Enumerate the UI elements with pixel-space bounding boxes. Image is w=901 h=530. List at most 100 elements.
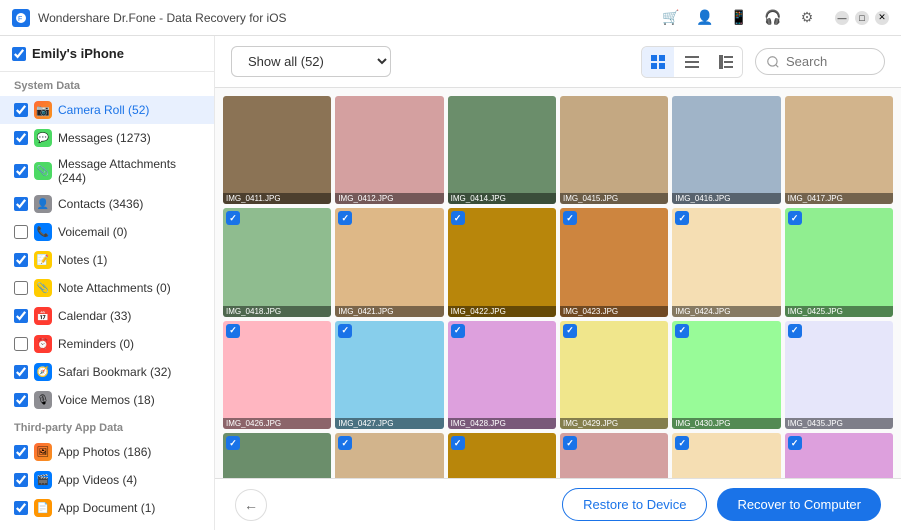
photo-cell[interactable]: IMG_0423.JPG (560, 208, 668, 316)
photo-cell[interactable]: IMG_0428.JPG (448, 321, 556, 429)
photo-cell[interactable]: IMG_0419.JPG (448, 433, 556, 478)
list-view-button[interactable] (676, 47, 708, 77)
photo-cell[interactable]: IMG_0414.JPG (448, 96, 556, 204)
note-attachments-checkbox[interactable] (14, 281, 28, 295)
detail-view-button[interactable] (710, 47, 742, 77)
footer: ← Restore to Device Recover to Computer (215, 478, 901, 530)
view-toggle-group (641, 46, 743, 78)
device-header: Emily's iPhone (0, 36, 214, 72)
sidebar-item-app-videos[interactable]: 🎬 App Videos (4) (0, 466, 214, 494)
sidebar-item-calendar[interactable]: 📅 Calendar (33) (0, 302, 214, 330)
contacts-checkbox[interactable] (14, 197, 28, 211)
photo-checked-indicator (675, 211, 689, 225)
photo-checked-indicator (563, 436, 577, 450)
app-document-icon: 📄 (34, 499, 52, 517)
photo-grid-container[interactable]: IMG_0411.JPGIMG_0412.JPGIMG_0414.JPGIMG_… (215, 88, 901, 478)
photo-checked-indicator (226, 324, 240, 338)
reminders-checkbox[interactable] (14, 337, 28, 351)
photo-label: IMG_0415.JPG (560, 193, 668, 204)
back-button[interactable]: ← (235, 489, 267, 521)
message-attachments-checkbox[interactable] (14, 164, 28, 178)
close-button[interactable]: ✕ (875, 11, 889, 25)
voice-memos-checkbox[interactable] (14, 393, 28, 407)
photo-cell[interactable]: IMG_0430.JPG (672, 321, 780, 429)
settings-icon[interactable]: ⚙ (793, 4, 821, 32)
photo-cell[interactable]: IMG_0425.JPG (785, 208, 893, 316)
photo-cell[interactable]: IMG_0427.JPG (335, 321, 443, 429)
photo-cell[interactable]: IMG_0432.JPG (560, 433, 668, 478)
safari-bookmark-label: Safari Bookmark (32) (58, 365, 200, 379)
notes-label: Notes (1) (58, 253, 200, 267)
photo-label: IMG_0435.JPG (785, 418, 893, 429)
photo-cell[interactable]: IMG_0434.JPG (335, 433, 443, 478)
photo-checked-indicator (338, 211, 352, 225)
recover-to-computer-button[interactable]: Recover to Computer (717, 488, 881, 521)
contacts-icon: 👤 (34, 195, 52, 213)
photo-cell[interactable]: IMG_0433.JPG (672, 433, 780, 478)
user-icon[interactable]: 👤 (691, 4, 719, 32)
photo-checked-indicator (451, 436, 465, 450)
device-icon[interactable]: 📱 (725, 4, 753, 32)
photo-cell[interactable]: IMG_0422.JPG (448, 208, 556, 316)
sidebar-item-message-attachments[interactable]: 📎 Message Attachments (244) (0, 152, 214, 190)
headset-icon[interactable]: 🎧 (759, 4, 787, 32)
calendar-icon: 📅 (34, 307, 52, 325)
app-document-checkbox[interactable] (14, 501, 28, 515)
sidebar-item-reminders[interactable]: ⏰ Reminders (0) (0, 330, 214, 358)
attachments-icon: 📎 (34, 162, 52, 180)
minimize-button[interactable]: — (835, 11, 849, 25)
photo-cell[interactable]: IMG_0431.JPG (785, 433, 893, 478)
device-name: Emily's iPhone (32, 46, 124, 61)
sidebar-item-voicemail[interactable]: 📞 Voicemail (0) (0, 218, 214, 246)
svg-text:F: F (18, 16, 22, 23)
search-input[interactable] (755, 48, 885, 75)
camera-roll-checkbox[interactable] (14, 103, 28, 117)
photo-cell[interactable]: IMG_0429.JPG (560, 321, 668, 429)
device-checkbox[interactable] (12, 47, 26, 61)
sidebar-item-app-document[interactable]: 📄 App Document (1) (0, 494, 214, 522)
app-videos-label: App Videos (4) (58, 473, 200, 487)
photo-cell[interactable]: IMG_0411.JPG (223, 96, 331, 204)
calendar-checkbox[interactable] (14, 309, 28, 323)
restore-to-device-button[interactable]: Restore to Device (562, 488, 707, 521)
grid-view-button[interactable] (642, 47, 674, 77)
photo-cell[interactable]: IMG_0418.JPG (223, 208, 331, 316)
photo-cell[interactable]: IMG_0424.JPG (672, 208, 780, 316)
photo-cell[interactable]: IMG_0415.JPG (560, 96, 668, 204)
app-videos-checkbox[interactable] (14, 473, 28, 487)
contacts-label: Contacts (3436) (58, 197, 200, 211)
photo-cell[interactable]: IMG_0426.JPG (223, 321, 331, 429)
cart-icon[interactable]: 🛒 (657, 4, 685, 32)
footer-navigation: ← (235, 489, 267, 521)
photo-cell[interactable]: IMG_0421.JPG (335, 208, 443, 316)
sidebar-item-camera-roll[interactable]: 📷 Camera Roll (52) (0, 96, 214, 124)
camera-roll-label: Camera Roll (52) (58, 103, 200, 117)
app-photos-checkbox[interactable] (14, 445, 28, 459)
calendar-label: Calendar (33) (58, 309, 200, 323)
voicemail-checkbox[interactable] (14, 225, 28, 239)
photo-cell[interactable]: IMG_0417.JPG (785, 96, 893, 204)
sidebar-item-messages[interactable]: 💬 Messages (1273) (0, 124, 214, 152)
photo-checked-indicator (451, 211, 465, 225)
notes-checkbox[interactable] (14, 253, 28, 267)
sidebar-item-contacts[interactable]: 👤 Contacts (3436) (0, 190, 214, 218)
sidebar-item-note-attachments[interactable]: 📎 Note Attachments (0) (0, 274, 214, 302)
sidebar-item-app-photos[interactable]: 🖼 App Photos (186) (0, 438, 214, 466)
safari-icon: 🧭 (34, 363, 52, 381)
titlebar-icons: 🛒 👤 📱 🎧 ⚙ — □ ✕ (657, 4, 889, 32)
photo-cell[interactable]: IMG_0416.JPG (672, 96, 780, 204)
photo-label: IMG_0416.JPG (672, 193, 780, 204)
messages-checkbox[interactable] (14, 131, 28, 145)
sidebar-item-voice-memos[interactable]: 🎙 Voice Memos (18) (0, 386, 214, 414)
sidebar-item-notes[interactable]: 📝 Notes (1) (0, 246, 214, 274)
photo-cell[interactable]: IMG_0420.JPG (223, 433, 331, 478)
filter-select[interactable]: Show all (52) (231, 46, 391, 77)
sidebar-item-safari-bookmark[interactable]: 🧭 Safari Bookmark (32) (0, 358, 214, 386)
photo-label: IMG_0412.JPG (335, 193, 443, 204)
safari-bookmark-checkbox[interactable] (14, 365, 28, 379)
main-layout: Emily's iPhone System Data 📷 Camera Roll… (0, 36, 901, 530)
sidebar: Emily's iPhone System Data 📷 Camera Roll… (0, 36, 215, 530)
maximize-button[interactable]: □ (855, 11, 869, 25)
photo-cell[interactable]: IMG_0412.JPG (335, 96, 443, 204)
photo-cell[interactable]: IMG_0435.JPG (785, 321, 893, 429)
